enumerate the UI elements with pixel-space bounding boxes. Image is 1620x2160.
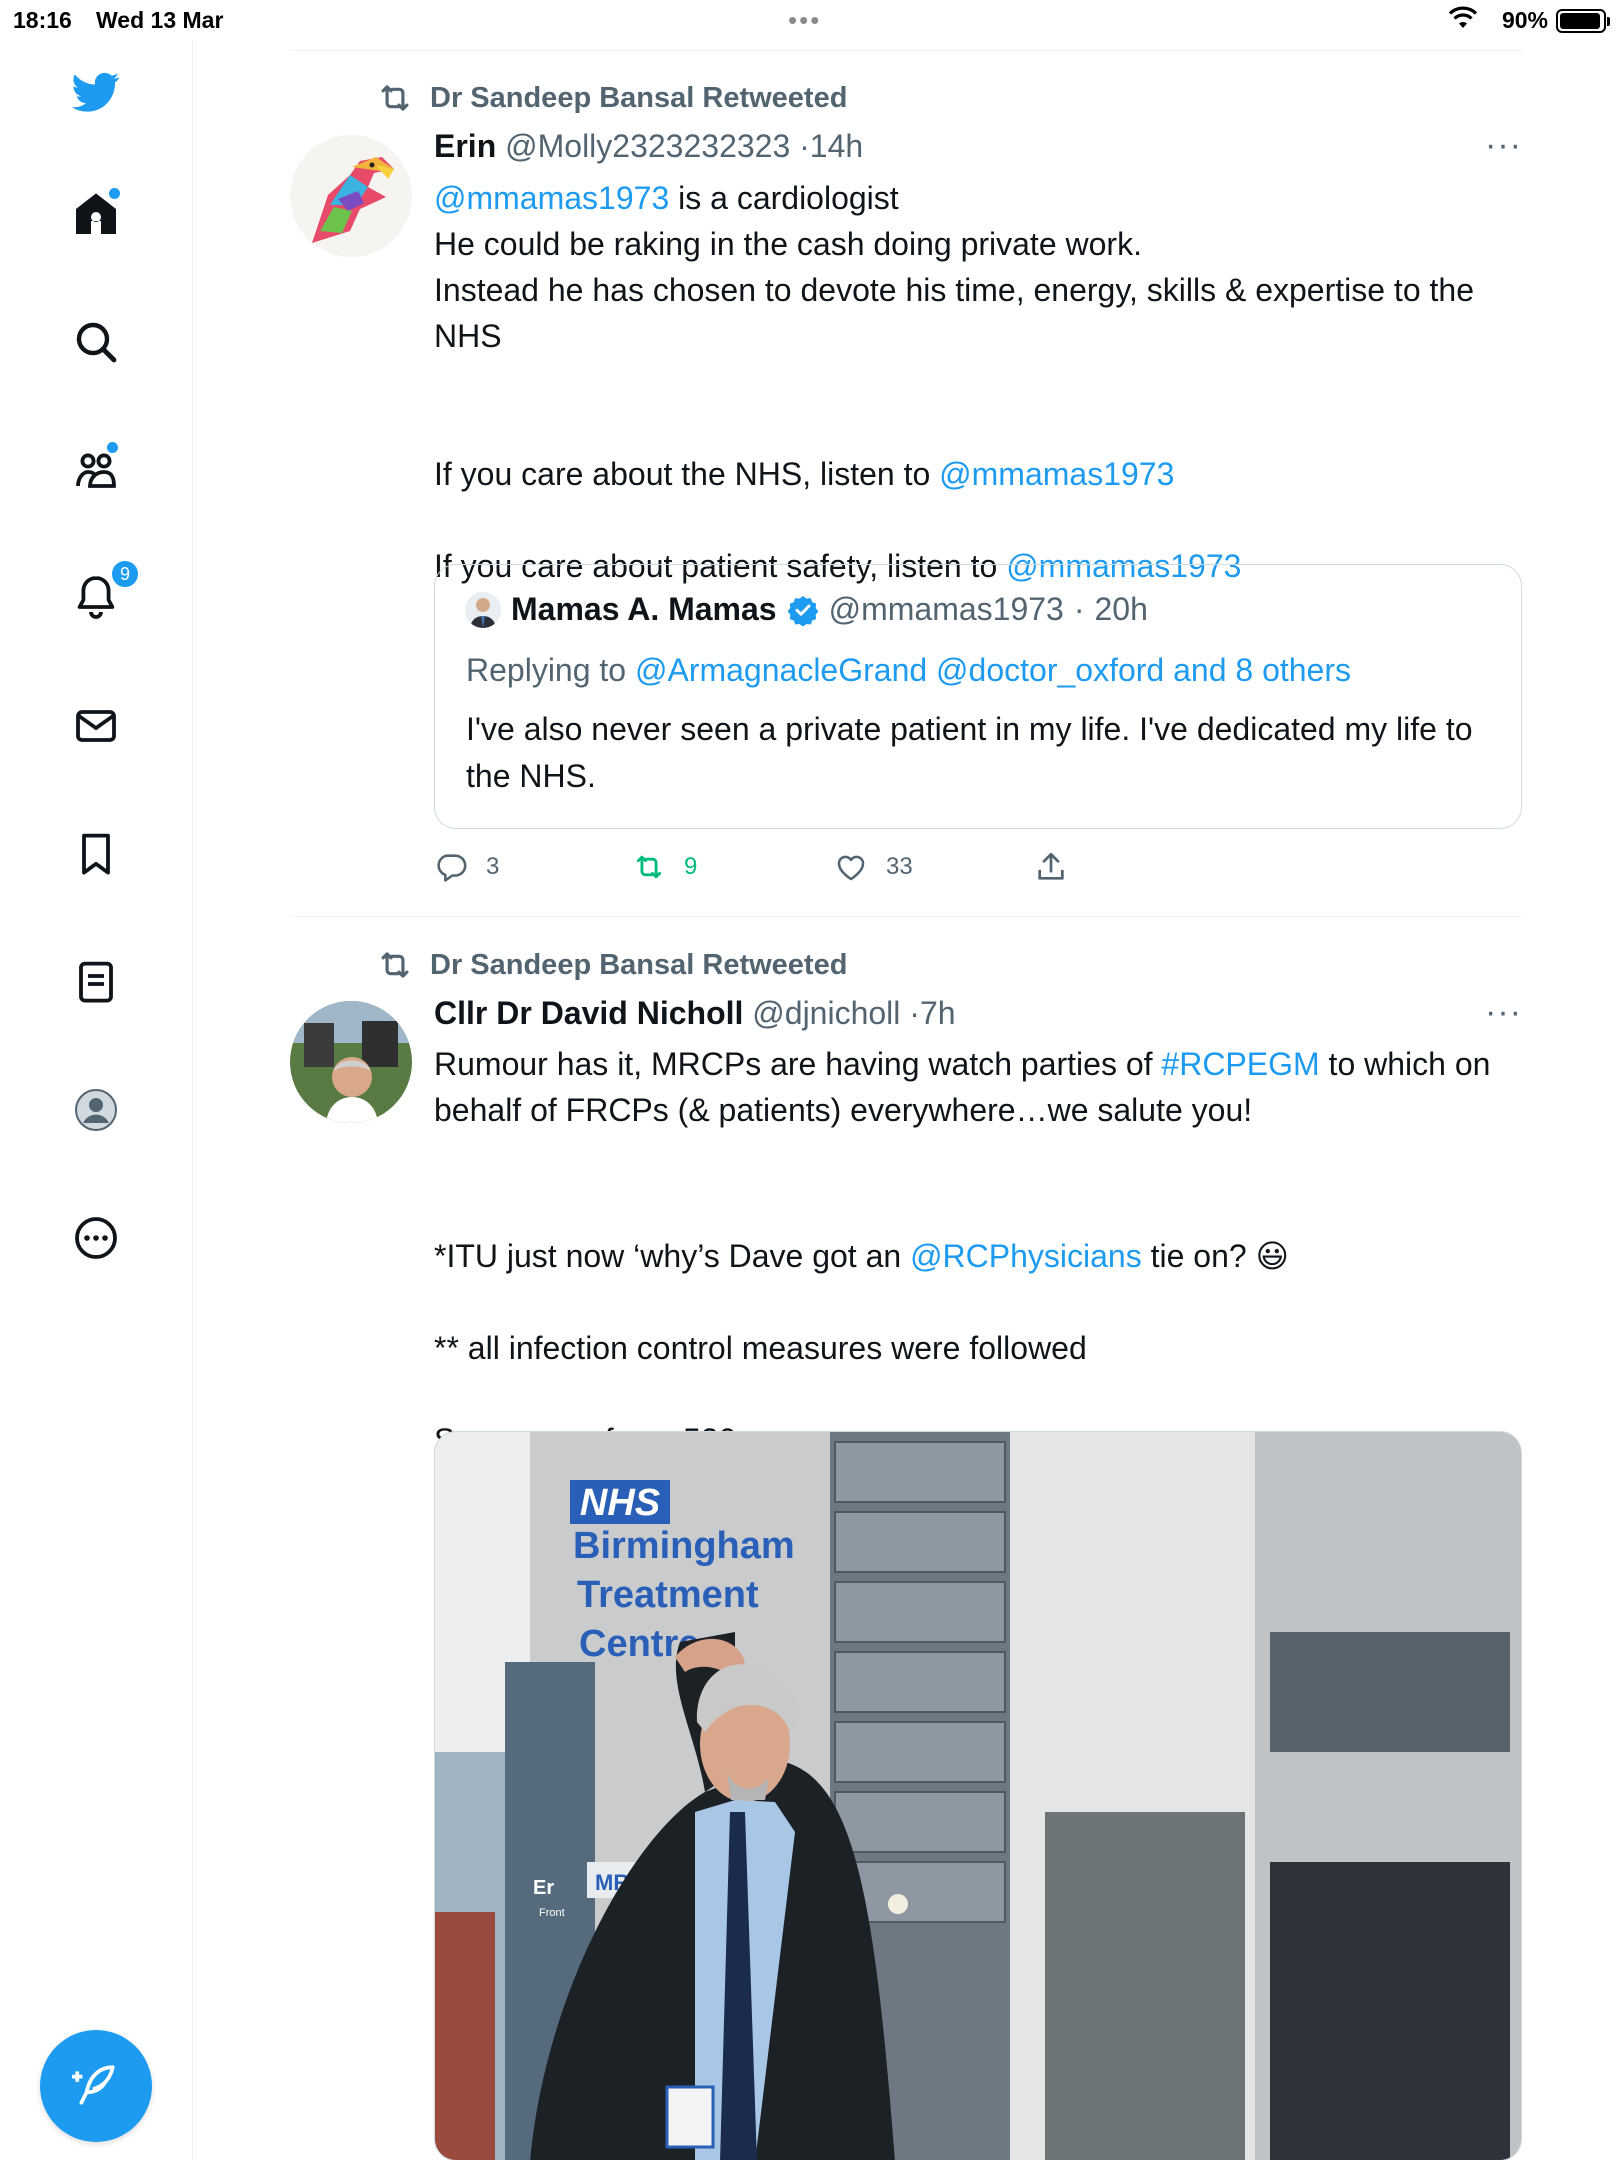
author-name[interactable]: Erin	[434, 128, 496, 164]
tweet-text-para: ** all infection control measures were f…	[434, 1330, 1087, 1366]
retweeted-by-row: Dr Sandeep Bansal Retweeted	[376, 79, 847, 117]
battery-icon	[1556, 9, 1610, 33]
tweet-text-line: *ITU just now ‘why’s Dave got an	[434, 1238, 911, 1274]
communities-icon[interactable]	[66, 440, 126, 500]
tweet-text-line: is a cardiologist	[669, 180, 899, 216]
tweet-time[interactable]: 7h	[920, 995, 956, 1031]
david-avatar-image	[290, 1001, 412, 1123]
mention-link[interactable]: @RCPhysicians	[910, 1238, 1142, 1274]
home-unread-dot	[109, 188, 120, 199]
avatar[interactable]	[290, 135, 412, 257]
verified-badge-icon	[787, 595, 818, 626]
communities-unread-dot	[107, 442, 118, 453]
search-icon[interactable]	[66, 312, 126, 372]
tweet-divider	[290, 916, 1522, 917]
retweet-count: 9	[684, 853, 698, 880]
tweet-text-para: *ITU just now ‘why’s Dave got an @RCPhys…	[434, 1233, 1514, 1279]
replying-to-links[interactable]: @ArmagnacleGrand @doctor_oxford and 8 ot…	[635, 652, 1351, 688]
compose-feather-icon	[72, 2065, 115, 2105]
retweeted-by-label[interactable]: Dr Sandeep Bansal Retweeted	[430, 82, 847, 115]
quoted-tweet-card[interactable]: Mamas A. Mamas @mmamas1973 · 20h Replying …	[434, 564, 1522, 829]
sidebar-nav: 9	[0, 40, 193, 2160]
tweet-header: Cllr Dr David Nicholl @djnicholl ·7h	[434, 995, 956, 1032]
author-handle[interactable]: @djnicholl	[752, 995, 900, 1031]
tweet-text-line: Rumour has it, MRCPs are having watch pa…	[434, 1046, 1162, 1082]
status-date: Wed 13 Mar	[96, 7, 224, 33]
status-time: 18:16	[13, 7, 72, 33]
timeline-top-divider	[290, 50, 1522, 51]
retweet-icon	[381, 85, 409, 111]
eagle-avatar-image	[290, 135, 412, 257]
author-name[interactable]: Cllr Dr David Nicholl	[434, 995, 743, 1031]
envelope-icon[interactable]	[66, 696, 126, 756]
reply-count: 3	[486, 853, 500, 880]
retweeted-by-row: Dr Sandeep Bansal Retweeted	[376, 946, 847, 984]
twitter-bird-icon[interactable]	[66, 62, 126, 122]
tweet-text-para: Rumour has it, MRCPs are having watch pa…	[434, 1041, 1514, 1133]
separator-dot: ·	[1073, 591, 1085, 627]
notification-count-badge: 9	[110, 559, 140, 589]
tweet-text-line: tie on? 😃	[1141, 1238, 1289, 1274]
tweet-actions: 3 9 33	[434, 850, 1114, 890]
heart-icon	[837, 855, 865, 881]
battery-fill	[1560, 13, 1600, 29]
mention-link[interactable]: @mmamas1973	[939, 456, 1174, 492]
bookmark-icon[interactable]	[66, 824, 126, 884]
more-options-icon[interactable]: ···	[1485, 993, 1522, 1032]
list-icon[interactable]	[66, 952, 126, 1012]
share-icon	[1038, 852, 1064, 880]
separator-dot: ·	[909, 995, 920, 1031]
retweet-icon	[381, 952, 409, 978]
battery-percent: 90%	[1501, 7, 1548, 33]
photo-birmingham-treatment-centre: NHS Birmingham Treatment Centre MR Er Fr…	[435, 1432, 1521, 2160]
quoted-tweet-time[interactable]: 20h	[1094, 591, 1147, 628]
tweet-text-line: He could be raking in the cash doing pri…	[434, 226, 1142, 262]
quoted-avatar[interactable]	[465, 591, 501, 628]
sign-line2-text: Treatment	[577, 1574, 759, 1616]
tweet-header: Erin @Molly2323232323 ·14h	[434, 128, 863, 165]
tweet-text-para: If you care about the NHS, listen to @mm…	[434, 451, 1514, 497]
retweeted-by-label[interactable]: Dr Sandeep Bansal Retweeted	[430, 949, 847, 982]
reply-bubble-icon	[437, 854, 467, 882]
sign-line1-text: Birmingham	[573, 1525, 795, 1567]
tweet-text-line: Instead he has chosen to devote his time…	[434, 272, 1483, 354]
quoted-author-handle[interactable]: @mmamas1973	[829, 591, 1064, 628]
tweet-time[interactable]: 14h	[810, 128, 863, 164]
home-icon[interactable]	[66, 184, 126, 244]
mention-link[interactable]: @mmamas1973	[434, 180, 669, 216]
tweet-text-line: If you care about the NHS, listen to	[434, 456, 940, 492]
compose-tweet-button[interactable]	[40, 2030, 152, 2142]
bell-icon[interactable]: 9	[66, 559, 140, 627]
hashtag-link[interactable]: #RCPEGM	[1161, 1046, 1319, 1082]
tweet-media-image[interactable]: NHS Birmingham Treatment Centre MR Er Fr…	[434, 1431, 1522, 2160]
tweet-text: @mmamas1973 is a cardiologist He could b…	[434, 175, 1514, 359]
reply-button[interactable]: 3	[434, 850, 499, 884]
share-button[interactable]	[1034, 850, 1068, 884]
quoted-tweet-text: I've also never seen a private patient i…	[466, 711, 1473, 794]
quoted-tweet-header: Mamas A. Mamas @mmamas1973 · 20h	[465, 591, 1148, 628]
sign-small2-text: Er	[533, 1877, 554, 1899]
sign-nhs-text: NHS	[580, 1482, 660, 1524]
wifi-icon	[1448, 6, 1478, 36]
more-options-icon[interactable]: ···	[1485, 126, 1522, 165]
avatar[interactable]	[290, 1001, 412, 1123]
status-bar: 18:16 Wed 13 Mar ••• 90%	[0, 0, 1620, 40]
replying-to-row: Replying to @ArmagnacleGrand @doctor_oxf…	[466, 652, 1351, 689]
profile-icon[interactable]	[66, 1080, 126, 1140]
separator-dot: ·	[799, 128, 810, 164]
replying-to-label: Replying to	[466, 652, 627, 688]
retweet-icon	[636, 855, 662, 879]
retweet-button[interactable]: 9	[632, 850, 697, 884]
author-handle[interactable]: @Molly2323232323	[505, 128, 790, 164]
multitasking-dots-icon[interactable]: •••	[788, 5, 821, 36]
quoted-author-name[interactable]: Mamas A. Mamas	[511, 591, 777, 628]
sign-small3-text: Front	[539, 1907, 565, 1919]
like-button[interactable]: 33	[834, 850, 913, 884]
like-count: 33	[886, 853, 913, 880]
more-circle-icon[interactable]	[66, 1208, 126, 1268]
